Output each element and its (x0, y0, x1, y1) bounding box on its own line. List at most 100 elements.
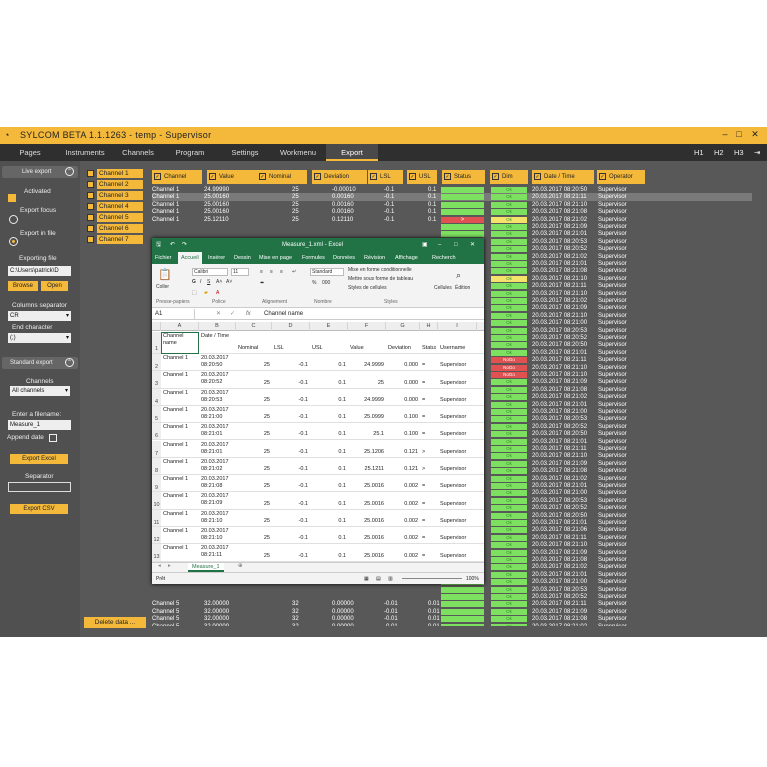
tab-recherche[interactable]: Recherch (432, 252, 456, 264)
column-checkbox[interactable]: ✓ (259, 173, 266, 180)
format-as-table-button[interactable]: Mettre sous forme de tableau (348, 276, 413, 282)
col-channel[interactable]: ✓ Channel (152, 170, 202, 184)
column-header[interactable]: G (386, 322, 420, 331)
sheet-cell[interactable]: 0.100 (388, 414, 418, 420)
column-checkbox[interactable]: ✓ (599, 173, 606, 180)
excel-save-icon[interactable]: 🖫 (156, 238, 161, 252)
sheet-cell[interactable]: 25 (238, 466, 270, 472)
sheet-cell[interactable]: 25 (238, 397, 270, 403)
sheet-cell[interactable]: Supervisor (440, 466, 475, 472)
sheet-cell[interactable]: Channel 1 (163, 493, 197, 500)
export-excel-button[interactable]: Export Excel (10, 454, 68, 464)
export-in-file-radio[interactable] (9, 237, 18, 246)
menu-export[interactable]: Export (326, 144, 378, 161)
wrap-text-icon[interactable]: ↵ (292, 269, 296, 275)
sheet-cell[interactable]: Supervisor (440, 449, 475, 455)
menu-h3[interactable]: H3 (734, 144, 744, 161)
channel-item[interactable]: Channel 2 (86, 180, 146, 189)
channel-item[interactable]: Channel 5 (86, 213, 146, 222)
excel-minimize-icon[interactable]: – (438, 238, 441, 252)
font-grow-icon[interactable]: A˄ (216, 279, 222, 285)
export-focus-radio[interactable] (9, 215, 18, 224)
cells-button[interactable]: Cellules (434, 285, 452, 291)
browse-button[interactable]: Browse (8, 281, 38, 291)
file-path-input[interactable]: C:\Users\patrick\D (8, 266, 71, 276)
excel-maximize-icon[interactable]: □ (454, 238, 458, 252)
sheet-cell[interactable]: 25.1 (350, 431, 384, 437)
channel-checkbox[interactable] (87, 214, 94, 221)
column-header[interactable]: C (236, 322, 272, 331)
col-nominal[interactable]: ✓ Nominal (257, 170, 307, 184)
borders-icon[interactable]: ⬚ (192, 290, 197, 296)
sheet-cell[interactable]: 0.002 (388, 501, 418, 507)
tab-affichage[interactable]: Affichage (395, 252, 418, 264)
font-size-select[interactable]: 11 (231, 268, 249, 276)
column-header[interactable]: E (310, 322, 348, 331)
select-all-corner[interactable] (152, 322, 161, 331)
sheet-cell[interactable]: 0.1 (312, 431, 346, 437)
sheet-cell[interactable]: Channel 1 (163, 442, 197, 449)
channel-item[interactable]: Channel 3 (86, 191, 146, 200)
channel-item[interactable]: Channel 4 (86, 202, 146, 211)
sheet-cell[interactable]: USL (312, 345, 346, 351)
sheet-cell[interactable]: 0.000 (388, 380, 418, 386)
col-dim[interactable]: ✓ Dim (490, 170, 528, 184)
channel-checkbox[interactable] (87, 170, 94, 177)
column-header[interactable]: I (438, 322, 477, 331)
col-deviation[interactable]: ✓ Deviation (312, 170, 367, 184)
sheet-tab[interactable]: Measure_1 (188, 563, 224, 572)
sheet-cell[interactable]: Channel 1 (163, 528, 197, 535)
sheet-cell[interactable]: Channel 1 (163, 545, 197, 552)
underline-icon[interactable]: S (207, 279, 210, 285)
sheet-cell[interactable]: Value (350, 345, 384, 351)
sheet-cell[interactable]: 25 (238, 535, 270, 541)
sheet-cell[interactable]: 25 (238, 449, 270, 455)
tab-fichier[interactable]: Fichier (155, 252, 172, 264)
sheet-cell[interactable]: 25.0016 (350, 535, 384, 541)
number-format-select[interactable]: Standard (310, 268, 344, 276)
col-status[interactable]: ✓ Status (442, 170, 485, 184)
sheet-cell[interactable]: 25 (238, 518, 270, 524)
row-number[interactable]: 6 (152, 423, 161, 440)
sheet-cell[interactable]: 0.1 (312, 501, 346, 507)
sheet-cell[interactable]: -0.1 (274, 414, 308, 420)
row-number[interactable]: 12 (152, 527, 161, 544)
sheet-cell[interactable]: Supervisor (440, 553, 475, 559)
sheet-cell[interactable]: Status (422, 345, 436, 351)
italic-icon[interactable]: I (200, 279, 201, 285)
sheet-cell[interactable]: 25.1211 (350, 466, 384, 472)
tab-dessin[interactable]: Dessin (234, 252, 251, 264)
add-sheet-icon[interactable]: ⊕ (238, 563, 243, 569)
merge-icon[interactable]: ⬌ (260, 280, 264, 286)
collapse-icon[interactable]: ⌃ (65, 358, 74, 367)
sheet-cell[interactable]: Channel 1 (163, 459, 197, 466)
sheet-cell[interactable]: = (422, 431, 436, 437)
channel-checkbox[interactable] (87, 181, 94, 188)
sheet-cell[interactable]: = (422, 553, 436, 559)
view-pagebreak-icon[interactable]: ▥ (388, 573, 393, 585)
col-value[interactable]: ✓ Value (207, 170, 259, 184)
sheet-cell[interactable]: 0.1 (312, 483, 346, 489)
sheet-cell[interactable]: 0.002 (388, 553, 418, 559)
view-layout-icon[interactable]: ▤ (376, 573, 381, 585)
row-number[interactable]: 3 (152, 371, 161, 388)
sheet-cell[interactable]: 25 (238, 483, 270, 489)
sheet-cell[interactable]: Channel 1 (163, 407, 197, 414)
menu-settings[interactable]: Settings (225, 144, 265, 161)
sheet-cell[interactable]: = (422, 397, 436, 403)
sheet-cell[interactable]: Supervisor (440, 362, 475, 368)
filename-input[interactable]: Measure_1 (8, 420, 71, 430)
font-color-icon[interactable]: A (216, 290, 219, 296)
sheet-cell[interactable]: -0.1 (274, 553, 308, 559)
maximize-icon[interactable]: □ (732, 129, 746, 139)
sheet-cell[interactable]: -0.1 (274, 397, 308, 403)
paste-icon[interactable]: 📋 (158, 268, 172, 281)
sheet-cell[interactable]: 20.03.2017 08:21:10 (201, 511, 234, 525)
sheet-cell[interactable]: = (422, 501, 436, 507)
column-header[interactable]: F (348, 322, 386, 331)
tab-accueil[interactable]: Accueil (178, 252, 202, 264)
sheet-cell[interactable]: Supervisor (440, 431, 475, 437)
sheet-cell[interactable]: 20.03.2017 08:21:08 (201, 476, 234, 490)
sheet-cell[interactable]: = (422, 414, 436, 420)
tab-mise-en-page[interactable]: Mise en page (259, 252, 292, 264)
